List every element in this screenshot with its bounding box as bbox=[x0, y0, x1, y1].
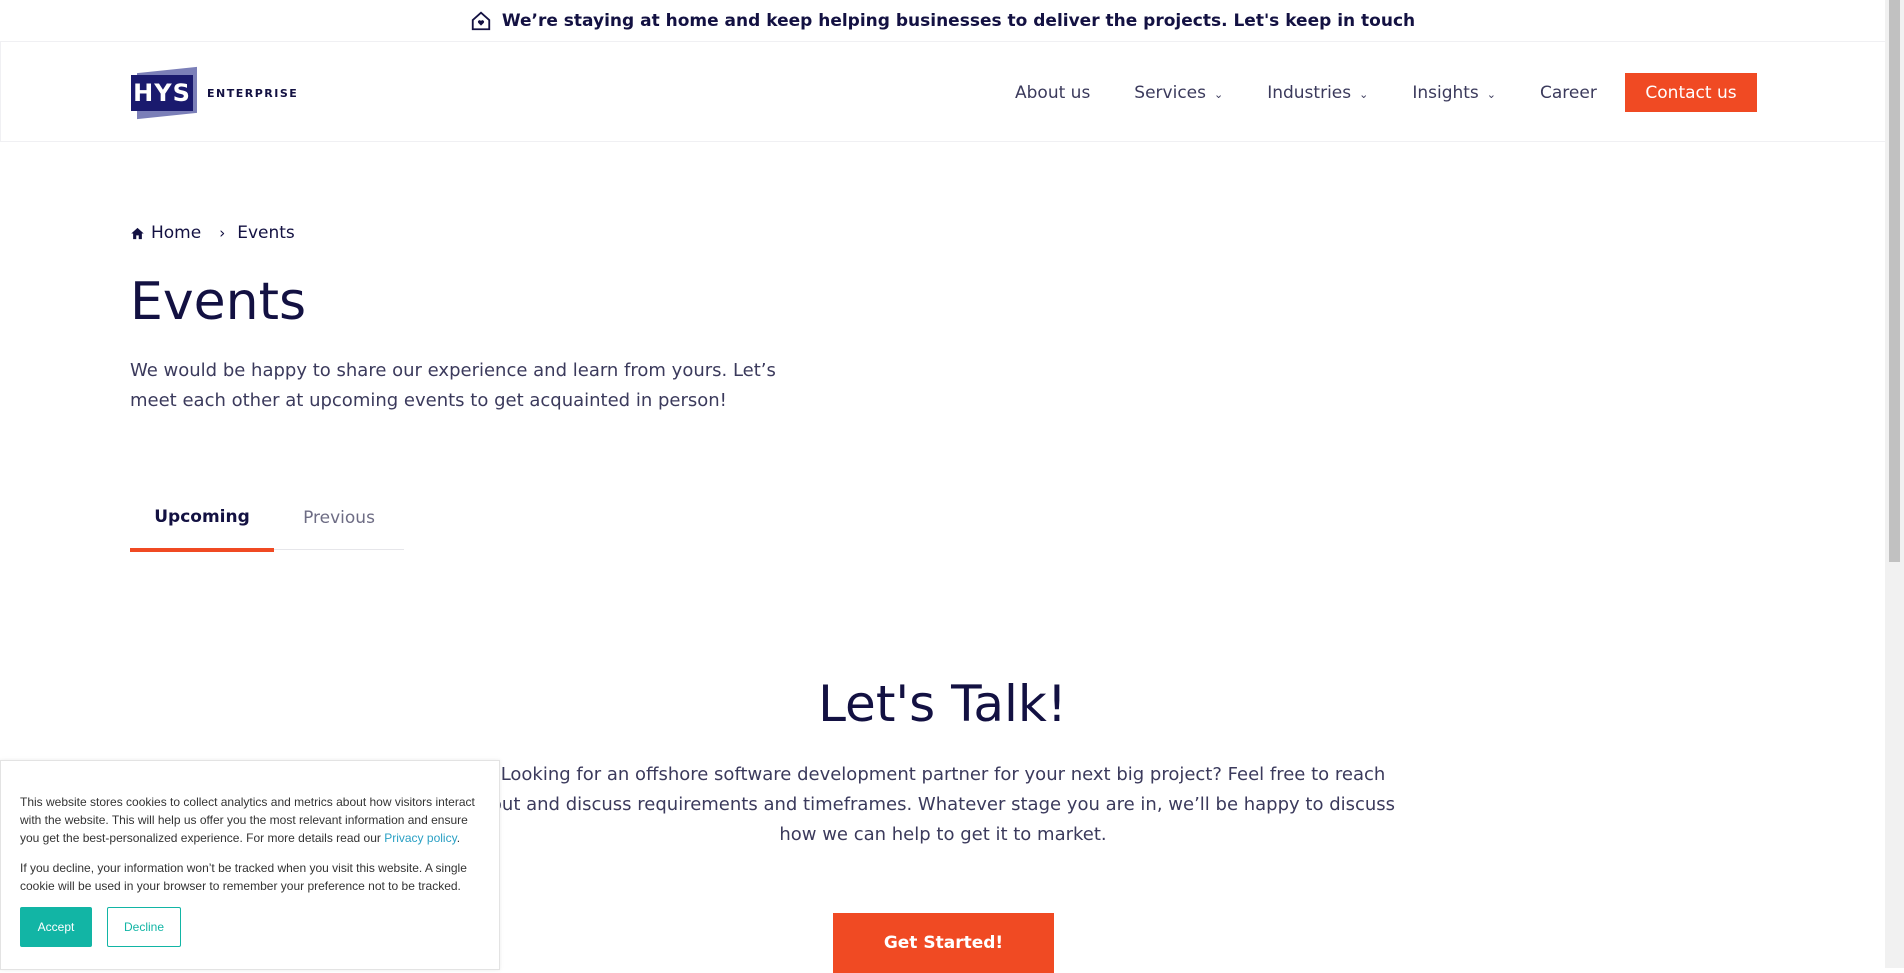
site-header: HYS ENTERPRISE About us Services ⌄ Indus… bbox=[0, 41, 1885, 142]
main-nav: About us Services ⌄ Industries ⌄ Insight… bbox=[1015, 42, 1641, 143]
nav-label: About us bbox=[1015, 82, 1091, 103]
nav-label: Career bbox=[1540, 82, 1597, 103]
nav-about-us[interactable]: About us bbox=[1015, 83, 1090, 103]
home-icon bbox=[131, 227, 144, 239]
talk-text: Looking for an offshore software develop… bbox=[490, 764, 1396, 845]
chevron-down-icon: ⌄ bbox=[1486, 88, 1497, 101]
privacy-policy-link[interactable]: Privacy policy bbox=[384, 831, 456, 845]
contact-us-button[interactable]: Contact us bbox=[1625, 73, 1757, 112]
home-heart-icon bbox=[471, 11, 491, 30]
event-tabs: Upcoming Previous bbox=[130, 486, 404, 552]
tab-upcoming[interactable]: Upcoming bbox=[130, 486, 274, 552]
nav-label: Insights bbox=[1412, 82, 1479, 103]
logo-text: ENTERPRISE bbox=[207, 86, 299, 100]
nav-services[interactable]: Services ⌄ bbox=[1134, 83, 1223, 103]
breadcrumb: Home › Events bbox=[130, 223, 295, 243]
chevron-down-icon: ⌄ bbox=[1359, 88, 1369, 101]
chevron-right-icon: › bbox=[219, 224, 226, 242]
cookie-text: This website stores cookies to collect a… bbox=[20, 795, 475, 845]
nav-label: Services bbox=[1134, 82, 1206, 103]
nav-insights[interactable]: Insights ⌄ bbox=[1412, 83, 1496, 103]
page-title: Events bbox=[130, 272, 307, 332]
top-banner[interactable]: We’re staying at home and keep helping b… bbox=[0, 0, 1885, 41]
tab-previous[interactable]: Previous bbox=[274, 486, 404, 550]
logo-mark: HYS bbox=[131, 66, 197, 120]
accept-button[interactable]: Accept bbox=[20, 907, 92, 947]
page-intro: We would be happy to share our experienc… bbox=[130, 360, 776, 411]
cookie-banner: This website stores cookies to collect a… bbox=[0, 760, 500, 970]
logo[interactable]: HYS ENTERPRISE bbox=[131, 66, 299, 120]
page-scrollbar[interactable] bbox=[1885, 0, 1904, 968]
banner-text: We’re staying at home and keep helping b… bbox=[501, 10, 1416, 31]
chevron-down-icon: ⌄ bbox=[1213, 88, 1224, 101]
breadcrumb-home[interactable]: Home bbox=[151, 223, 201, 243]
decline-button[interactable]: Decline bbox=[107, 907, 181, 947]
talk-title: Let's Talk! bbox=[818, 675, 1067, 733]
cookie-decline-text: If you decline, your information won’t b… bbox=[20, 861, 467, 893]
nav-label: Industries bbox=[1267, 82, 1352, 103]
nav-career[interactable]: Career bbox=[1540, 83, 1597, 103]
nav-industries[interactable]: Industries ⌄ bbox=[1267, 83, 1368, 103]
logo-mark-text: HYS bbox=[131, 75, 193, 111]
scrollbar-thumb[interactable] bbox=[1889, 0, 1900, 562]
breadcrumb-current: Events bbox=[237, 223, 295, 243]
get-started-button[interactable]: Get Started! bbox=[833, 913, 1054, 973]
